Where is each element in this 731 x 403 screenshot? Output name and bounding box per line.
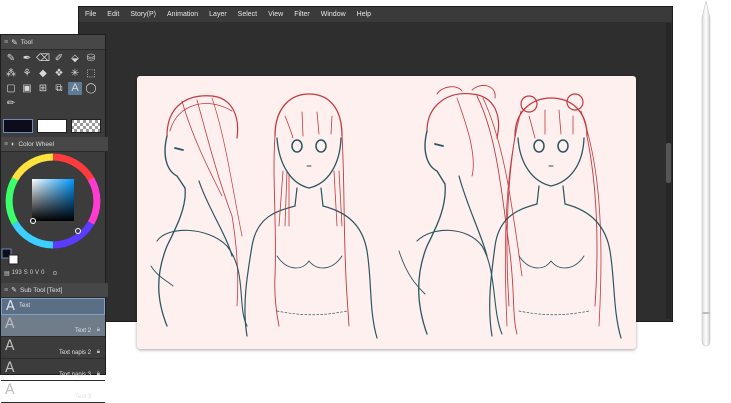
sub-tool-header: ≡ ✎ Sub Tool [Text]	[1, 283, 108, 298]
fill-icon[interactable]: ⬙	[68, 52, 82, 65]
menu-select[interactable]: Select	[238, 11, 257, 18]
menu-file[interactable]: File	[85, 11, 96, 18]
text-tool-icon: A	[5, 360, 15, 376]
pencil-icon[interactable]: ✎	[4, 52, 18, 65]
main-color-swatch[interactable]	[3, 119, 33, 133]
sub-tool-title: Sub Tool [Text]	[19, 286, 63, 294]
decoration-icon[interactable]: ❖	[52, 67, 66, 80]
menu-grip-icon[interactable]: ≡	[4, 287, 8, 294]
menu-view[interactable]: View	[268, 11, 283, 18]
brightness-value[interactable]: 0	[41, 270, 44, 276]
brush-icon[interactable]: ⚘	[20, 67, 34, 80]
menu-help[interactable]: Help	[357, 11, 371, 18]
sketch-figure-profile-twintail	[398, 84, 523, 335]
layout-icon[interactable]: ⊞	[36, 82, 50, 95]
sketch-figure-profile	[150, 95, 248, 327]
sketch-figure-front	[244, 93, 378, 339]
menu-story[interactable]: Story(P)	[130, 11, 156, 18]
sub-tool-item[interactable]: A Text napis 3 🔒︎	[1, 359, 105, 381]
transform-icon[interactable]: ⧉	[52, 82, 66, 95]
text-tool-icon: A	[5, 338, 15, 354]
sub-tool-label: Text 3	[74, 394, 91, 400]
color-wheel-header: ≡ ◐ Color Wheel	[1, 137, 108, 152]
frame-icon[interactable]: ▢	[4, 82, 18, 95]
menu-filter[interactable]: Filter	[294, 11, 310, 18]
ruler-icon[interactable]: ✏	[4, 97, 18, 110]
sub-tool-item[interactable]: A Text 2 🔒︎	[1, 315, 105, 337]
select-icon[interactable]: ⬚	[84, 67, 98, 80]
pen-icon[interactable]: ✒	[20, 52, 34, 65]
sub-color-swatch[interactable]	[37, 119, 67, 133]
menu-grip-icon[interactable]: ≡	[4, 141, 8, 148]
hsv-icon[interactable]: ▤	[4, 270, 10, 277]
marker-icon[interactable]: ✐	[52, 52, 66, 65]
value-icon: V	[35, 270, 40, 276]
color-wheel-tab-icon: ◐	[11, 140, 16, 148]
sub-tool-label: Text napis 3	[58, 372, 91, 378]
scrollbar-thumb[interactable]	[666, 143, 671, 183]
blend-icon[interactable]: ◆	[36, 67, 50, 80]
text-tool-icon: A	[6, 299, 15, 314]
pencil-tab-icon: ✎	[11, 37, 18, 47]
text-tool-icon: A	[5, 316, 15, 332]
saturation-value[interactable]: 0	[30, 270, 33, 276]
menu-animation[interactable]: Animation	[167, 11, 198, 18]
sub-tool-item[interactable]: A Text	[1, 298, 105, 315]
gradient-icon[interactable]: ▣	[20, 82, 34, 95]
color-wheel-title: Color Wheel	[18, 140, 55, 148]
text-tool-icon: A	[5, 382, 15, 398]
lock-icon: 🔒︎	[96, 349, 100, 355]
tool-panel-title: Tool	[20, 38, 33, 46]
eyedropper-icon[interactable]: ⊙	[52, 270, 57, 277]
menu-window[interactable]: Window	[321, 11, 346, 18]
drawing-canvas[interactable]	[137, 76, 636, 349]
saturation-icon: S	[23, 270, 28, 276]
eraser-icon[interactable]: ⌫	[36, 52, 50, 65]
stylus-pencil-icon	[701, 0, 711, 347]
tool-panel: ≡ ✎ Tool ✎ ✒ ⌫ ✐ ⬙ ⛁ ⁂ ⚘ ◆ ❖ ✳ ⬚ ▢ ▣ ⊞ ⧉…	[0, 34, 108, 403]
lock-icon: 🔒︎	[96, 327, 100, 333]
transparent-color-swatch[interactable]	[71, 119, 101, 133]
color-wheel-area[interactable]	[1, 151, 105, 267]
sub-tool-tab-icon: ✎	[11, 287, 17, 294]
sub-tool-item[interactable]: A Text napis 2 🔒︎	[1, 337, 105, 359]
sketch-figure-front-twintail	[489, 93, 622, 339]
sparkle-icon[interactable]: ✳	[68, 67, 82, 80]
hue-value[interactable]: 193	[12, 270, 22, 276]
menu-bar: File Edit Story(P) Animation Layer Selec…	[79, 7, 672, 22]
sub-tool-label: Text napis 2	[58, 350, 91, 356]
tool-grid: ✎ ✒ ⌫ ✐ ⬙ ⛁ ⁂ ⚘ ◆ ❖ ✳ ⬚ ▢ ▣ ⊞ ⧉ A ◯ ✏	[1, 50, 105, 112]
color-wheel[interactable]	[1, 151, 105, 267]
menu-grip-icon[interactable]: ≡	[4, 39, 8, 46]
sub-tool-list: A Text A Text 2 🔒︎ A Text napis 2 🔒︎ A T…	[1, 298, 105, 403]
color-values-bar: ▤ 193 S 0 V 0 ⊙	[1, 268, 108, 278]
sub-tool-label: Text	[19, 303, 31, 309]
menu-layer[interactable]: Layer	[209, 11, 227, 18]
character-sketches	[150, 84, 622, 339]
sub-tool-label: Text 2	[74, 328, 91, 334]
bucket-icon[interactable]: ⛁	[84, 52, 98, 65]
text-icon[interactable]: A	[68, 82, 82, 95]
color-swatches	[3, 119, 101, 133]
airbrush-icon[interactable]: ⁂	[4, 67, 18, 80]
balloon-icon[interactable]: ◯	[84, 82, 98, 95]
sub-tool-item[interactable]: A Text 3	[1, 381, 105, 403]
mini-sub-color	[8, 254, 19, 265]
menu-edit[interactable]: Edit	[107, 11, 119, 18]
tool-panel-header: ≡ ✎ Tool	[1, 35, 105, 50]
vertical-scrollbar[interactable]	[666, 23, 671, 319]
